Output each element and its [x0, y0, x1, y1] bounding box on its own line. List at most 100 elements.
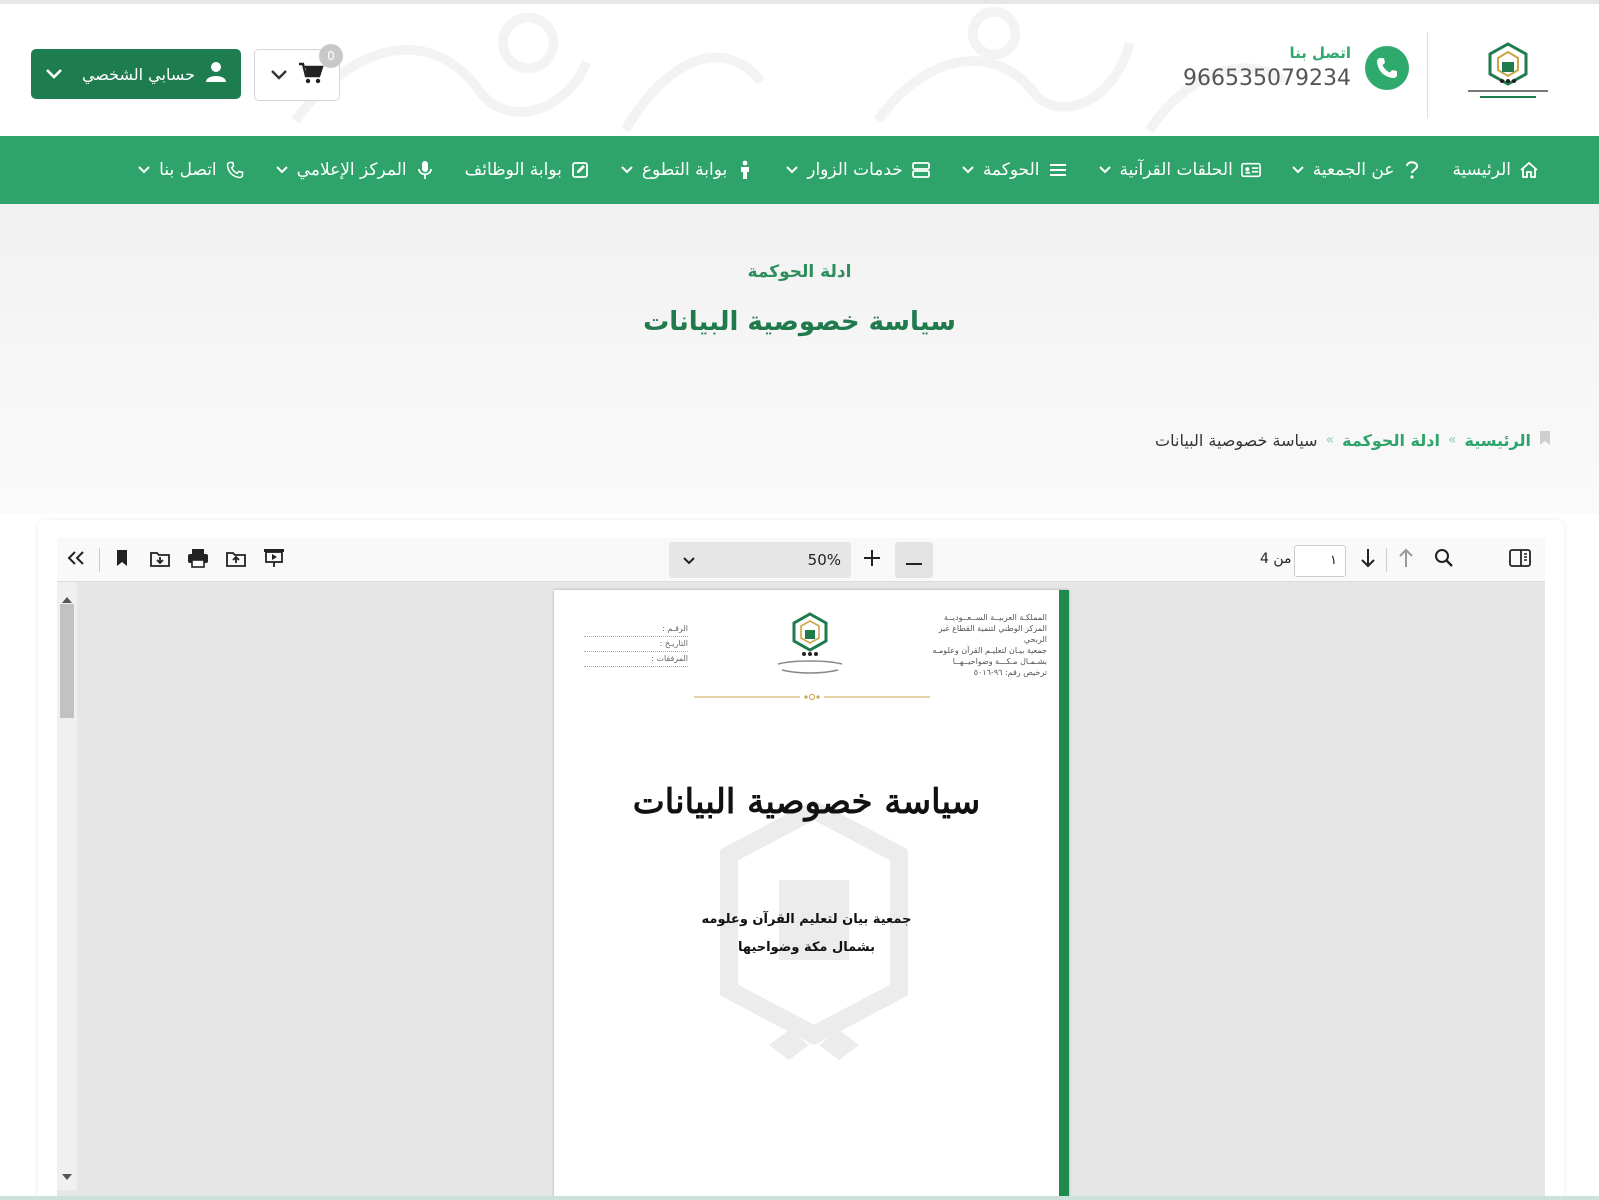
nav-item-home[interactable]: الرئيسية [1452, 160, 1539, 180]
scroll-down-icon[interactable] [62, 1165, 72, 1184]
header-line: ترخيص رقم: ٩٦-٥٠١٦ [973, 668, 1047, 677]
chevron-down-icon [270, 66, 288, 85]
arrow-down-icon [1360, 548, 1376, 572]
nav-item-media-center[interactable]: المركز الإعلامي [275, 160, 435, 180]
chevron-down-icon [961, 165, 975, 175]
cart-count-badge: 0 [319, 44, 343, 68]
breadcrumb-separator: » [1447, 432, 1457, 448]
home-icon [1519, 161, 1539, 179]
edit-icon [570, 161, 590, 179]
bookmark-button[interactable] [105, 538, 139, 582]
bookmark-icon [115, 549, 129, 571]
chevron-down-icon [1291, 165, 1305, 175]
toolbar-separator [1386, 548, 1387, 572]
header-field: المرفقات : [584, 652, 688, 667]
nav-item-label: الحوكمة [982, 160, 1040, 180]
tools-button[interactable] [59, 538, 93, 582]
contact-phone[interactable]: 966535079234 [1183, 66, 1351, 91]
page-title: سياسة خصوصية البيانات [643, 307, 956, 337]
header-line: المملكـة العربيــة الســعــوديــة [943, 613, 1047, 622]
zoom-out-button[interactable] [895, 542, 933, 578]
plus-icon [863, 549, 881, 571]
search-icon [1434, 548, 1454, 572]
header-field: التاريـخ : [584, 637, 688, 652]
nav-item-quran-circles[interactable]: الحلقات القرآنية [1098, 160, 1261, 180]
nav-item-label: اتصل بنا [159, 160, 217, 180]
nav-item-volunteer[interactable]: بوابة التطوع [620, 160, 755, 180]
chevron-down-icon [683, 551, 695, 569]
pdf-toolbar: 50% من 4 ١ [57, 538, 1545, 582]
nav-item-label: المركز الإعلامي [296, 160, 407, 180]
header-line: جمعية بيـان لتعليـم القرآن وعلومـه [932, 646, 1047, 655]
nav-item-label: الحلقات القرآنية [1119, 160, 1233, 180]
site-logo[interactable] [1462, 40, 1554, 108]
breadcrumb-home[interactable]: الرئيسية [1465, 431, 1532, 450]
main-nav: الرئيسية عن الجمعية الحلقات القرآنية الح… [0, 136, 1599, 204]
user-icon [205, 61, 227, 87]
site-header: حسابي الشخصي 0 اتصل بنا 966535079234 [0, 0, 1599, 136]
phone-icon [1365, 45, 1409, 90]
zoom-select[interactable]: 50% [669, 542, 851, 578]
nav-item-visitor-services[interactable]: خدمات الزوار [785, 160, 931, 180]
org-line: بشمال مكة وضواحيها [738, 940, 875, 955]
id-card-icon [1240, 161, 1261, 179]
contact-block[interactable]: اتصل بنا 966535079234 [1183, 44, 1409, 91]
sidebar-icon [1509, 549, 1531, 571]
page-divider [694, 693, 930, 701]
zoom-value: 50% [807, 551, 841, 569]
org-line: جمعية بيان لتعليم القرآن وعلومه [701, 912, 912, 927]
breadcrumb-separator: » [1325, 432, 1335, 448]
print-button[interactable] [181, 538, 215, 582]
chevron-down-icon [137, 165, 151, 175]
scrollbar-thumb[interactable] [60, 604, 74, 718]
chevron-down-icon [1098, 165, 1112, 175]
breadcrumb-current: سياسة خصوصية البيانات [1155, 430, 1318, 450]
page-logo [777, 612, 843, 674]
page-count-label: من 4 [1260, 551, 1292, 567]
document-organization: جمعية بيان لتعليم القرآن وعلومه بشمال مك… [554, 906, 1059, 962]
presentation-icon [263, 548, 285, 572]
presentation-button[interactable] [257, 538, 291, 582]
save-button[interactable] [143, 538, 177, 582]
cart-icon [298, 62, 324, 88]
next-page-button[interactable] [1351, 538, 1385, 582]
bookmark-icon [1539, 430, 1551, 450]
vertical-scrollbar[interactable] [57, 582, 77, 1190]
breadcrumb-section[interactable]: ادلة الحوكمة [1342, 431, 1440, 450]
header-line: بشـمـال مـكـــة وضواحيــهــا [952, 657, 1047, 666]
nav-item-label: بوابة التطوع [641, 160, 728, 180]
minus-icon [905, 551, 923, 570]
header-field: الرقـم : [584, 622, 688, 637]
sidebar-toggle-button[interactable] [1503, 538, 1537, 582]
server-icon [911, 161, 931, 179]
arrow-up-icon [1398, 548, 1414, 572]
nav-item-contact[interactable]: اتصل بنا [137, 160, 245, 180]
phone-icon [225, 161, 245, 179]
question-icon [1402, 160, 1422, 180]
nav-item-jobs[interactable]: بوابة الوظائف [465, 160, 590, 180]
folder-open-icon [225, 549, 247, 571]
chevron-down-icon [275, 165, 289, 175]
search-button[interactable] [1427, 538, 1461, 582]
header-line: المركز الوطني لتنمية القطاع غير الربحي [938, 624, 1047, 644]
account-button[interactable]: حسابي الشخصي [31, 49, 241, 99]
microphone-icon [415, 160, 435, 180]
contact-title: اتصل بنا [1289, 44, 1351, 62]
toolbar-separator [99, 548, 100, 572]
nav-item-label: خدمات الزوار [807, 160, 903, 180]
zoom-in-button[interactable] [855, 538, 889, 582]
open-file-button[interactable] [219, 538, 253, 582]
page-kicker: ادلة الحوكمة [747, 262, 852, 282]
print-icon [187, 548, 209, 572]
previous-page-button[interactable] [1389, 538, 1423, 582]
page-header-right: المملكـة العربيــة الســعــوديــة المركز… [917, 612, 1047, 678]
page-hero: ادلة الحوكمة سياسة خصوصية البيانات الرئي… [0, 204, 1599, 514]
document-title: سياسة خصوصية البيانات [632, 782, 981, 822]
nav-item-label: عن الجمعية [1312, 160, 1395, 180]
nav-item-governance[interactable]: الحوكمة [961, 160, 1068, 180]
nav-item-about[interactable]: عن الجمعية [1291, 160, 1423, 180]
page-number-input[interactable]: ١ [1294, 545, 1346, 577]
list-icon [1048, 162, 1068, 178]
download-icon [149, 549, 171, 571]
nav-item-label: الرئيسية [1452, 160, 1511, 180]
